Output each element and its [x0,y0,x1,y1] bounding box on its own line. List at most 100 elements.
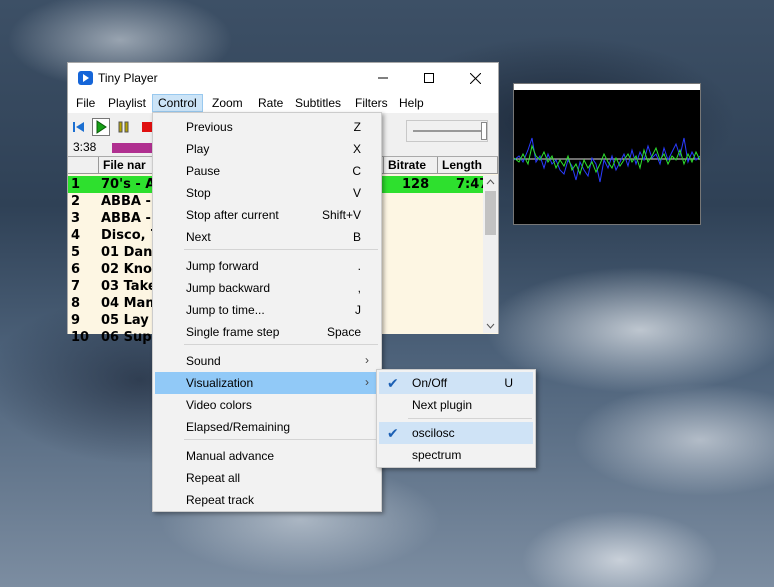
menu-item-next[interactable]: Next B [155,226,379,248]
menu-item-label: Single frame step [186,325,280,339]
row-number: 4 [71,228,81,243]
menu-item-label: Stop [186,186,211,200]
menu-item-play[interactable]: Play X [155,138,379,160]
menu-item-shortcut: Shift+V [321,208,361,222]
menu-item-pause[interactable]: Pause C [155,160,379,182]
menu-bar: File Playlist Control Zoom Rate Subtitle… [68,93,498,113]
submenu-item-oscilosc[interactable]: ✔ oscilosc [379,422,533,444]
control-menu: Previous Z Play X Pause C Stop V Stop after curr… [152,112,382,512]
maximize-icon [424,73,434,83]
row-number: 2 [71,194,81,209]
header-length[interactable]: Length [438,157,498,174]
menu-item-label: Manual advance [186,449,275,463]
slider-track [413,130,481,132]
menu-item-elapsed-remaining[interactable]: Elapsed/Remaining [155,416,379,438]
menu-separator [408,418,532,419]
menu-item-single-frame-step[interactable]: Single frame step Space [155,321,379,343]
play-logo-icon [78,71,93,85]
minimize-icon [378,77,388,79]
submenu-item-label: Next plugin [412,398,473,412]
menu-item-jump-forward[interactable]: Jump forward. [155,255,379,277]
menu-item-repeat-all[interactable]: Repeat all [155,467,379,489]
close-icon [469,72,481,84]
scrollbar-thumb[interactable] [485,191,496,235]
menu-item-label: Sound [186,354,221,368]
menu-item-shortcut: B [352,230,361,244]
menu-item-previous[interactable]: Previous Z [155,116,379,138]
elapsed-time: 3:38 [73,140,97,154]
menu-item-shortcut: V [352,186,361,200]
submenu-item-shortcut: U [504,376,513,390]
submenu-arrow-icon: › [365,375,369,389]
menu-item-label: Previous [186,120,233,134]
row-number: 9 [71,313,81,328]
menu-item-shortcut: Z [353,120,361,134]
minimize-button[interactable] [360,63,406,93]
menu-item-shortcut: C [352,164,361,178]
menu-separator [184,344,378,345]
menu-help[interactable]: Help [394,95,429,113]
waveform-green [514,144,700,176]
menu-playlist[interactable]: Playlist [103,95,151,113]
menu-control[interactable]: Control [152,94,203,112]
menu-item-label: Repeat track [186,493,255,507]
play-button[interactable] [92,118,110,136]
menu-item-jump-to-time[interactable]: Jump to time... J [155,299,379,321]
row-file-name: 06 Sup [101,330,152,345]
menu-subtitles[interactable]: Subtitles [290,95,346,113]
close-button[interactable] [452,63,498,93]
row-number: 3 [71,211,81,226]
menu-separator [184,439,378,440]
visualization-submenu: ✔ On/Off U Next plugin ✔ oscilosc spectrum [376,369,536,468]
pause-button[interactable] [115,118,133,136]
seek-bar[interactable] [112,143,152,153]
menu-item-stop-after-current[interactable]: Stop after current Shift+V [155,204,379,226]
play-icon [96,120,107,134]
pause-icon [118,121,129,133]
menu-item-label: Visualization [186,376,254,390]
menu-filters[interactable]: Filters [350,95,393,113]
menu-item-stop[interactable]: Stop V [155,182,379,204]
menu-item-video-colors[interactable]: Video colors [155,394,379,416]
previous-button[interactable] [70,118,88,136]
menu-zoom[interactable]: Zoom [207,95,248,113]
maximize-button[interactable] [406,63,452,93]
menu-item-label: Stop after current [186,208,279,222]
row-number: 8 [71,296,81,311]
menu-rate[interactable]: Rate [253,95,288,113]
row-number: 5 [71,245,81,260]
menu-item-label: Video colors [186,398,252,412]
row-file-name: 03 Take [101,279,157,294]
playlist-scrollbar[interactable] [483,175,498,333]
slider-thumb[interactable] [481,122,487,140]
menu-item-label: Play [186,142,210,156]
menu-item-sound[interactable]: Sound › [155,350,379,372]
submenu-item-next-plugin[interactable]: Next plugin [379,394,533,416]
menu-item-manual-advance[interactable]: Manual advance [155,445,379,467]
waveform-display [514,137,700,183]
menu-item-label: Jump forward [186,259,259,273]
scroll-down-icon[interactable] [483,319,498,333]
submenu-item-spectrum[interactable]: spectrum [379,444,533,466]
submenu-item-on-off[interactable]: ✔ On/Off U [379,372,533,394]
checkmark-icon: ✔ [387,425,399,441]
menu-item-visualization[interactable]: Visualization › [155,372,379,394]
volume-slider[interactable] [406,120,488,142]
menu-item-shortcut: X [352,142,361,156]
scroll-up-icon[interactable] [483,175,498,189]
menu-item-repeat-track[interactable]: Repeat track [155,489,379,511]
menu-item-label: Repeat all [186,471,241,485]
row-number: 7 [71,279,81,294]
header-bitrate[interactable]: Bitrate [384,157,438,174]
submenu-item-label: On/Off [412,376,448,390]
menu-item-jump-backward[interactable]: Jump backward, [155,277,379,299]
checkmark-icon: ✔ [387,375,399,391]
menu-item-shortcut: . [357,259,361,273]
submenu-item-label: spectrum [412,448,462,462]
skip-back-icon [73,122,84,132]
title-bar[interactable]: Tiny Player [68,63,498,93]
menu-item-shortcut: , [357,281,361,295]
header-number[interactable] [68,157,99,174]
row-file-name: 04 Mam [101,296,159,311]
menu-file[interactable]: File [71,95,100,113]
